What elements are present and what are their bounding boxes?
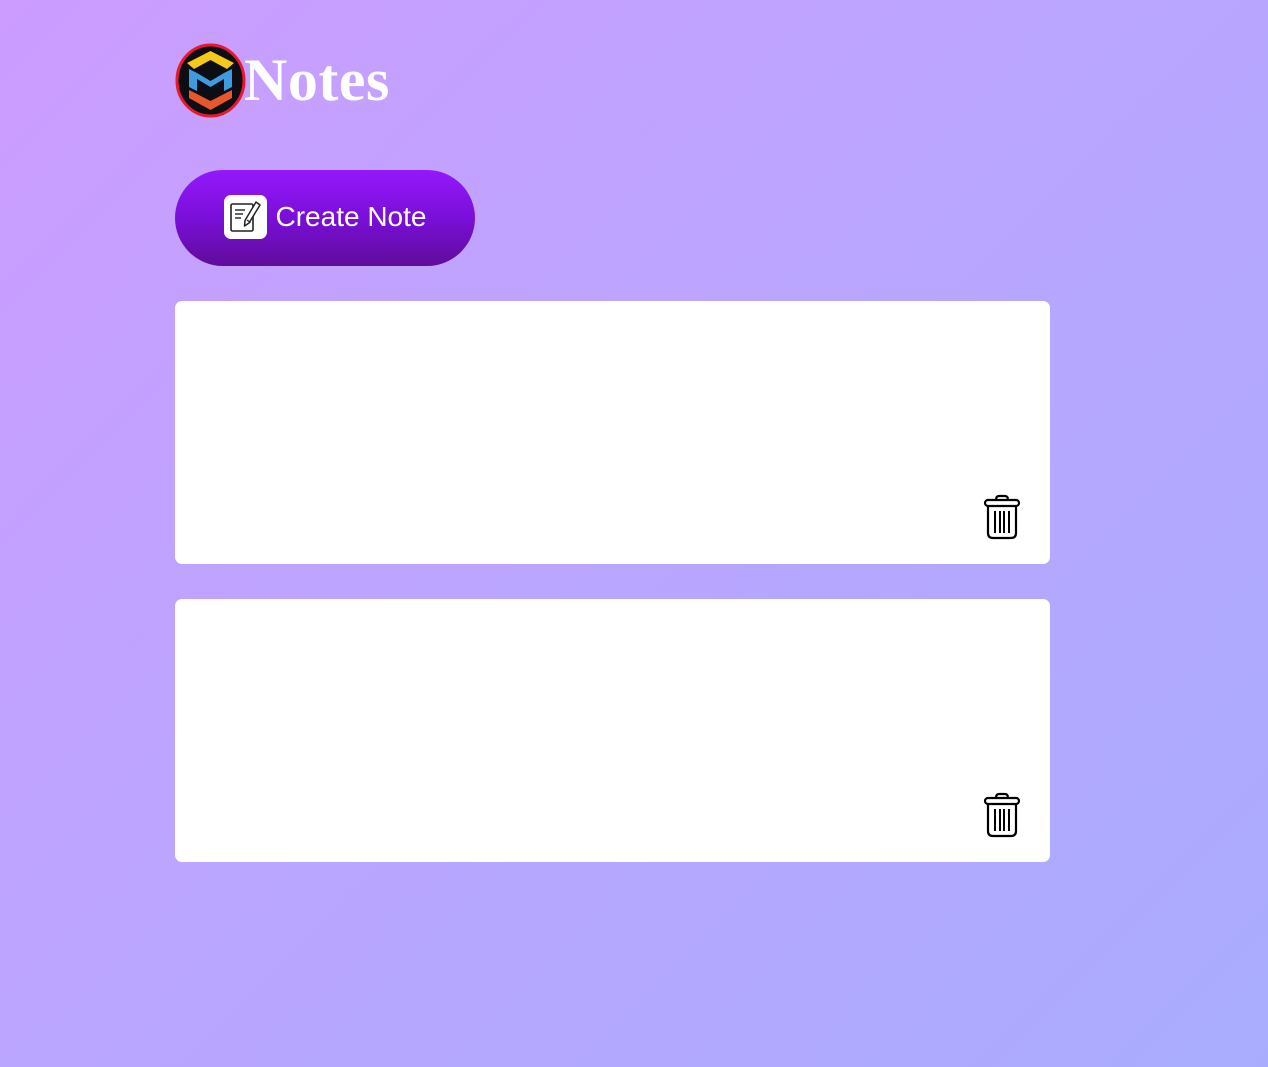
app-title: Notes (244, 47, 390, 113)
note-card (175, 301, 1050, 564)
m-shield-logo-icon (175, 43, 246, 118)
trash-icon (983, 792, 1021, 838)
trash-icon (983, 494, 1021, 540)
notes-list (175, 301, 1050, 897)
edit-note-icon (223, 195, 267, 239)
create-note-label: Create Note (275, 201, 427, 232)
create-note-button[interactable]: Create Note (175, 170, 475, 266)
delete-note-button[interactable] (982, 494, 1022, 540)
note-text-area[interactable] (195, 619, 970, 842)
app-container: Notes Create Note (175, 43, 1050, 862)
app-header: Notes (175, 43, 1050, 118)
delete-note-button[interactable] (982, 792, 1022, 838)
note-card (175, 599, 1050, 862)
note-text-area[interactable] (195, 321, 970, 544)
